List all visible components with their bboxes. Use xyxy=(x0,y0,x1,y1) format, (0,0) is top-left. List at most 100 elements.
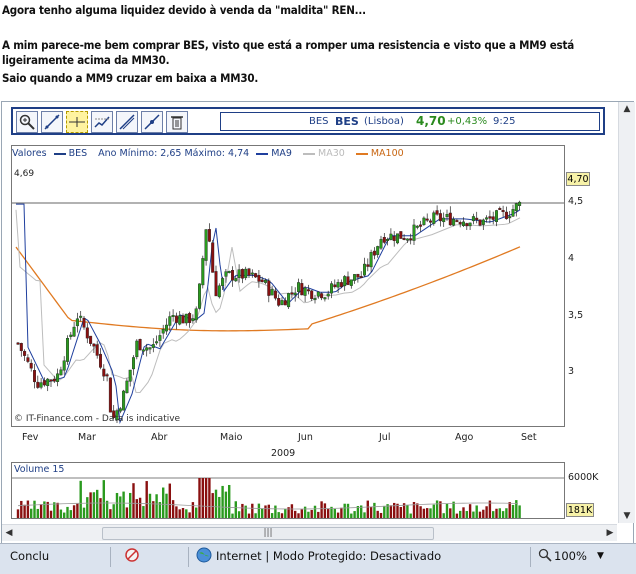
candle xyxy=(399,231,403,239)
x-tick-label: Jun xyxy=(298,432,313,443)
volume-bar xyxy=(96,489,99,518)
candle xyxy=(164,324,168,332)
trend-icon[interactable] xyxy=(141,111,163,133)
candle xyxy=(62,360,66,371)
volume-bar xyxy=(422,508,426,518)
volume-bar xyxy=(343,503,346,518)
volume-bar xyxy=(294,510,297,518)
price-chart[interactable] xyxy=(11,145,565,427)
candle xyxy=(122,390,126,411)
candle xyxy=(422,217,426,225)
volume-bar xyxy=(185,509,188,518)
popup-blocked-icon[interactable] xyxy=(124,547,140,566)
candle xyxy=(263,279,267,283)
line-tool-icon[interactable] xyxy=(41,111,63,133)
volume-bar xyxy=(313,505,317,518)
candle xyxy=(16,342,20,345)
volume-bar xyxy=(274,505,277,518)
volume-bar xyxy=(350,513,353,518)
volume-bar xyxy=(175,506,178,518)
candle xyxy=(138,339,142,351)
candle xyxy=(194,308,198,321)
volume-bar xyxy=(171,500,175,518)
x-tick-label: Maio xyxy=(220,432,243,443)
volume-bar xyxy=(224,491,228,518)
candle xyxy=(313,298,317,301)
volume-bar xyxy=(485,506,488,518)
volume-bar xyxy=(251,503,254,518)
quote-ticker-name: BES xyxy=(309,116,329,127)
volume-bar xyxy=(462,507,465,518)
volume-bar xyxy=(63,512,66,518)
candle xyxy=(280,300,284,305)
legend-bes: BES xyxy=(68,148,88,159)
candle xyxy=(227,271,231,273)
scroll-right-icon[interactable]: ▶ xyxy=(603,525,617,541)
candle xyxy=(455,220,459,223)
candle xyxy=(495,210,499,222)
zoom-dropdown-icon[interactable]: ▼ xyxy=(597,551,604,561)
candle xyxy=(234,278,238,282)
candle xyxy=(221,278,225,286)
quote-exchange: (Lisboa) xyxy=(364,116,404,127)
volume-bar xyxy=(323,503,327,518)
legend-ma30: MA30 xyxy=(318,148,345,159)
volume-bar xyxy=(89,492,92,518)
scroll-up-icon[interactable]: ▲ xyxy=(619,102,635,116)
level-line-label: 4,69 xyxy=(14,169,35,179)
scroll-left-icon[interactable]: ◀ xyxy=(2,525,16,541)
volume-bar xyxy=(406,505,409,518)
candle xyxy=(217,285,221,298)
candle xyxy=(491,216,495,220)
volume-bar xyxy=(297,513,300,518)
candle xyxy=(303,287,307,296)
scroll-thumb[interactable]: ||| xyxy=(102,527,434,540)
candle xyxy=(343,276,347,287)
trash-icon[interactable] xyxy=(166,111,188,133)
candle xyxy=(33,370,37,383)
volume-bar xyxy=(379,512,383,518)
candle xyxy=(518,201,522,206)
volume-bar xyxy=(162,487,165,518)
vertical-scrollbar[interactable]: ▲ ▼ xyxy=(618,102,635,523)
legend-ma100: MA100 xyxy=(370,148,404,159)
candle xyxy=(204,229,208,261)
volume-chart[interactable] xyxy=(11,462,565,519)
candle xyxy=(349,279,353,286)
candle xyxy=(95,344,99,356)
volume-bar xyxy=(267,504,270,518)
zoom-status-icon[interactable] xyxy=(538,548,552,565)
candle xyxy=(240,269,244,279)
candle xyxy=(56,373,60,382)
volume-bar xyxy=(135,499,138,518)
candle xyxy=(260,279,264,283)
price-chart-svg xyxy=(12,200,564,425)
volume-bar xyxy=(435,500,439,518)
scroll-down-icon[interactable]: ▼ xyxy=(619,509,635,523)
volume-bar xyxy=(138,497,142,518)
indicator-icon[interactable] xyxy=(91,111,113,133)
zoom-level[interactable]: 100% xyxy=(554,549,587,563)
zoom-icon[interactable] xyxy=(16,111,38,133)
volume-bar xyxy=(23,504,26,518)
crosshair-icon[interactable] xyxy=(66,111,88,133)
volume-bar xyxy=(442,513,445,518)
volume-bar xyxy=(119,496,122,518)
volume-bar xyxy=(310,509,313,518)
candle xyxy=(330,283,334,294)
horizontal-scrollbar[interactable]: ◀ ||| ▶ xyxy=(2,524,617,541)
volume-bar xyxy=(482,509,485,518)
draw-icon[interactable] xyxy=(116,111,138,133)
volume-bar xyxy=(16,509,20,518)
x-tick-label: Ago xyxy=(455,432,474,443)
candle xyxy=(118,408,122,412)
candle xyxy=(310,290,314,299)
volume-bar xyxy=(102,480,105,518)
candle xyxy=(511,209,515,217)
volume-bar xyxy=(501,511,505,518)
candle xyxy=(369,252,373,268)
volume-bar xyxy=(36,508,39,518)
candle xyxy=(481,219,485,225)
candle xyxy=(475,217,479,220)
volume-bar xyxy=(204,478,208,518)
